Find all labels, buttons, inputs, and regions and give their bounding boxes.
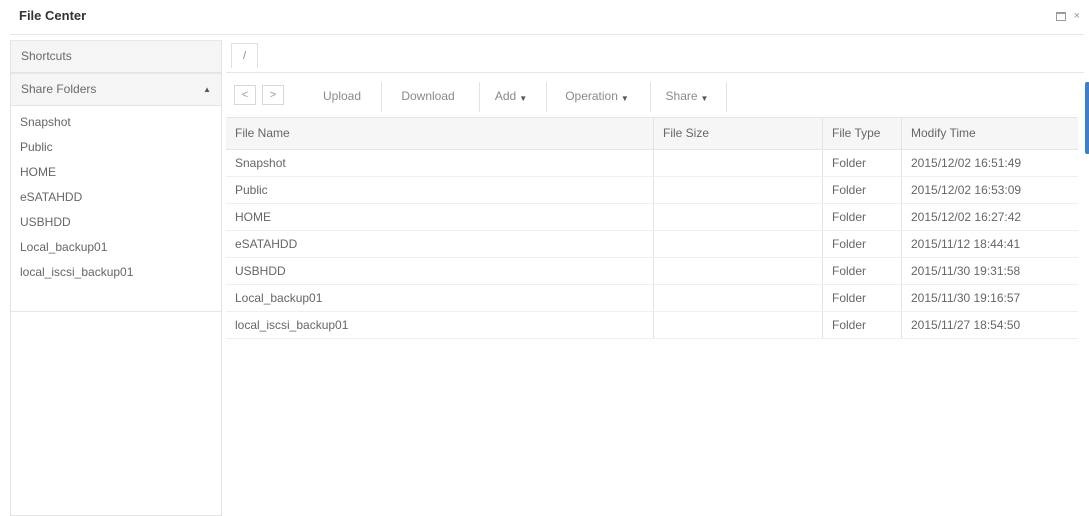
- main-panel: / < > Upload Download Add ▼ Operation ▼ Sh…: [226, 40, 1084, 515]
- title-bar: File Center ×: [10, 0, 1084, 35]
- add-button[interactable]: Add ▼: [486, 82, 536, 110]
- cell-file-name: Local_backup01: [226, 285, 654, 311]
- scrollbar-thumb[interactable]: [1085, 82, 1089, 154]
- toolbar-separator: [650, 82, 651, 112]
- table-row[interactable]: eSATAHDD Folder 2015/11/12 18:44:41: [226, 231, 1078, 258]
- cell-file-name: Snapshot: [226, 150, 654, 176]
- cell-file-name: eSATAHDD: [226, 231, 654, 257]
- cell-file-size: [654, 150, 823, 176]
- operation-button[interactable]: Operation ▼: [553, 82, 641, 110]
- sidebar-share-folders-header[interactable]: Share Folders ▲: [11, 73, 221, 106]
- cell-modify-time: 2015/12/02 16:51:49: [911, 156, 1022, 170]
- add-dropdown-icon: ▼: [519, 94, 528, 103]
- forward-button[interactable]: >: [262, 85, 284, 105]
- shortcuts-label: Shortcuts: [21, 49, 72, 63]
- file-center-window: File Center × Shortcuts Share Folders ▲ …: [10, 0, 1089, 516]
- cell-file-type: Folder: [823, 258, 902, 284]
- toolbar: < > Upload Download Add ▼ Operation ▼ Shar…: [226, 80, 1084, 114]
- upload-button[interactable]: Upload: [315, 82, 369, 110]
- cell-file-size: [654, 258, 823, 284]
- operation-dropdown-icon: ▼: [620, 94, 629, 103]
- sidebar-divider: [11, 311, 221, 312]
- sidebar-item-esatahdd[interactable]: eSATAHDD: [11, 185, 221, 210]
- cell-file-type: Folder: [823, 177, 902, 203]
- cell-file-name: Public: [226, 177, 654, 203]
- table-row[interactable]: Local_backup01 Folder 2015/11/30 19:16:5…: [226, 285, 1078, 312]
- share-folder-list: Snapshot Public HOME eSATAHDD USBHDD Loc…: [11, 106, 221, 285]
- cell-modify-time: 2015/11/30 19:16:57: [911, 291, 1021, 305]
- cell-file-type: Folder: [823, 150, 902, 176]
- sidebar-item-snapshot[interactable]: Snapshot: [11, 110, 221, 135]
- back-button[interactable]: <: [234, 85, 256, 105]
- sidebar-item-public[interactable]: Public: [11, 135, 221, 160]
- column-header-file-name[interactable]: File Name: [226, 118, 654, 149]
- toolbar-separator: [479, 82, 480, 112]
- cell-modify-time: 2015/12/02 16:53:09: [911, 183, 1022, 197]
- cell-file-name: USBHDD: [226, 258, 654, 284]
- file-table: File Name File Size File Type Modify Tim…: [226, 117, 1078, 339]
- toolbar-separator: [726, 82, 727, 112]
- cell-file-type: Folder: [823, 204, 902, 230]
- cell-file-size: [654, 285, 823, 311]
- cell-file-size: [654, 204, 823, 230]
- window-title: File Center: [19, 8, 87, 23]
- download-button[interactable]: Download: [392, 82, 464, 110]
- cell-file-name: local_iscsi_backup01: [226, 312, 654, 338]
- table-header: File Name File Size File Type Modify Tim…: [226, 117, 1078, 150]
- toolbar-separator: [546, 82, 547, 112]
- share-dropdown-icon: ▼: [700, 94, 709, 103]
- cell-file-name: HOME: [226, 204, 654, 230]
- collapse-arrow-icon[interactable]: ▲: [203, 74, 211, 105]
- share-label: Share: [665, 89, 698, 103]
- path-bar: /: [226, 40, 1084, 73]
- operation-label: Operation: [565, 89, 618, 103]
- add-label: Add: [494, 89, 517, 103]
- cell-file-size: [654, 231, 823, 257]
- window-controls: ×: [1055, 8, 1080, 26]
- sidebar-item-home[interactable]: HOME: [11, 160, 221, 185]
- sidebar-item-usbhdd[interactable]: USBHDD: [11, 210, 221, 235]
- table-row[interactable]: Snapshot Folder 2015/12/02 16:51:49: [226, 150, 1078, 177]
- maximize-icon[interactable]: [1055, 8, 1066, 26]
- close-icon[interactable]: ×: [1074, 8, 1080, 26]
- table-row[interactable]: local_iscsi_backup01 Folder 2015/11/27 1…: [226, 312, 1078, 339]
- cell-modify-time: 2015/11/12 18:44:41: [911, 237, 1021, 251]
- cell-modify-time: 2015/11/27 18:54:50: [911, 318, 1021, 332]
- vertical-scrollbar[interactable]: [1085, 38, 1089, 515]
- cell-file-size: [654, 177, 823, 203]
- cell-file-type: Folder: [823, 231, 902, 257]
- cell-file-size: [654, 312, 823, 338]
- cell-file-type: Folder: [823, 312, 902, 338]
- table-row[interactable]: HOME Folder 2015/12/02 16:27:42: [226, 204, 1078, 231]
- table-row[interactable]: Public Folder 2015/12/02 16:53:09: [226, 177, 1078, 204]
- sidebar-item-local-iscsi-backup01[interactable]: local_iscsi_backup01: [11, 260, 221, 285]
- cell-modify-time: 2015/11/30 19:31:58: [911, 264, 1021, 278]
- sidebar-shortcuts-header[interactable]: Shortcuts: [11, 40, 221, 73]
- toolbar-separator: [381, 82, 382, 112]
- share-folders-label: Share Folders: [21, 82, 97, 96]
- share-button[interactable]: Share ▼: [657, 82, 717, 110]
- sidebar-item-local-backup01[interactable]: Local_backup01: [11, 235, 221, 260]
- table-row[interactable]: USBHDD Folder 2015/11/30 19:31:58: [226, 258, 1078, 285]
- cell-modify-time: 2015/12/02 16:27:42: [911, 210, 1022, 224]
- column-header-file-size[interactable]: File Size: [654, 118, 823, 149]
- cell-file-type: Folder: [823, 285, 902, 311]
- path-root-segment[interactable]: /: [231, 43, 258, 68]
- column-header-modify-time[interactable]: Modify Time: [902, 118, 1078, 149]
- sidebar: Shortcuts Share Folders ▲ Snapshot Publi…: [10, 40, 222, 516]
- column-header-file-type[interactable]: File Type: [823, 118, 902, 149]
